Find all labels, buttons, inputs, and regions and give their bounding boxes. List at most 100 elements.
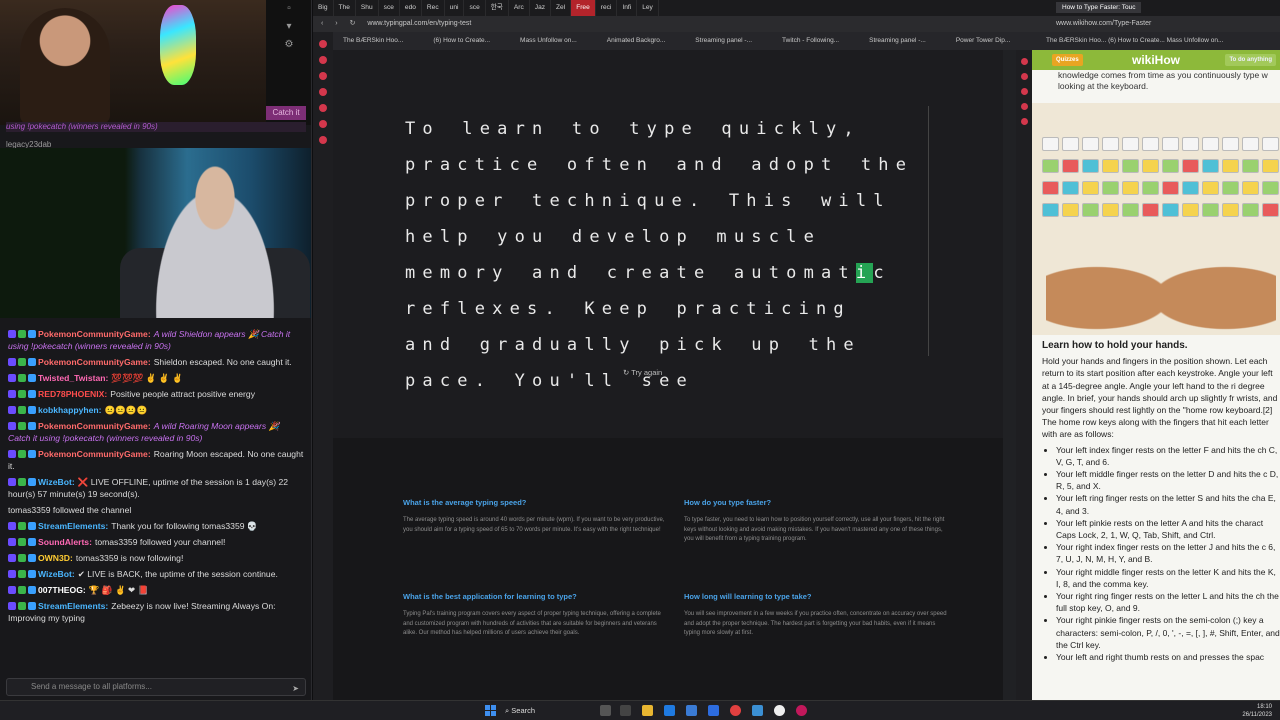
bookmark-item[interactable]: (6) How to Create...	[433, 37, 490, 44]
badge-icon	[28, 586, 36, 594]
folder-icon[interactable]	[642, 705, 653, 716]
browser-tab[interactable]: Shu	[356, 0, 379, 16]
bookmark-item[interactable]: Power Tower Dip...	[956, 37, 1010, 44]
bookmark-item[interactable]: Twitch - Following...	[782, 37, 839, 44]
taskbar-search[interactable]: ⌕ Search	[505, 704, 585, 718]
badge-icon	[8, 330, 16, 338]
sidebar-dot-icon[interactable]	[319, 120, 327, 128]
back-icon[interactable]: ‹	[321, 20, 323, 27]
sidebar-dot-icon[interactable]	[319, 104, 327, 112]
browser-tab[interactable]: Big	[313, 0, 334, 16]
chat-username[interactable]: Twisted_Twistan:	[38, 373, 108, 383]
browser-tab[interactable]: uni	[445, 0, 465, 16]
hands-illustration	[1046, 221, 1276, 331]
address-bar[interactable]: ‹ › ↻ www.typingpal.com/en/typing-test	[313, 16, 1016, 32]
wikihow-sidebar	[1016, 50, 1032, 700]
bookmark-item[interactable]: Streaming panel -...	[869, 37, 926, 44]
browser-tab[interactable]: Arc	[509, 0, 530, 16]
filter-icon[interactable]: ▾	[266, 18, 311, 36]
send-icon[interactable]: ➤	[292, 681, 299, 697]
browser-tab[interactable]: Rec	[422, 0, 445, 16]
typing-text: To learn to type quickly, practice often…	[405, 106, 917, 399]
browser-tab[interactable]: sce	[464, 0, 486, 16]
opera-icon[interactable]	[730, 705, 741, 716]
sidebar-dot-icon[interactable]	[1020, 73, 1028, 80]
badge-icon	[8, 570, 16, 578]
window-icon[interactable]: ▫	[266, 0, 311, 18]
chat-username[interactable]: kobkhappyhen:	[38, 405, 102, 415]
browser-tab[interactable]: Zel	[551, 0, 572, 16]
try-again-button[interactable]: ↻ Try again	[623, 368, 662, 377]
bookmark-item[interactable]: The BÆRSkin Hoo...	[343, 37, 403, 44]
keyboard-key	[1122, 137, 1139, 151]
sidebar-dot-icon[interactable]	[1020, 58, 1028, 65]
chat-username[interactable]: StreamElements:	[38, 601, 108, 611]
wikihow-address-bar[interactable]: www.wikihow.com/Type-Faster	[1016, 16, 1280, 32]
bookmark-item[interactable]: Mass Unfollow on...	[520, 37, 577, 44]
app-icon[interactable]	[600, 705, 611, 716]
browser-tab[interactable]: Free	[571, 0, 596, 16]
chat-username[interactable]: RED78PHOENIX:	[38, 389, 107, 399]
taskbar-clock[interactable]: 18:10 26/11/2023	[1242, 703, 1272, 719]
forward-icon[interactable]: ›	[335, 20, 337, 27]
chat-username[interactable]: StreamElements:	[38, 521, 108, 531]
finger-list-item: Your left ring finger rests on the lette…	[1056, 492, 1280, 516]
sidebar-dot-icon[interactable]	[1020, 118, 1028, 125]
chat-username[interactable]: PokemonCommunityGame:	[38, 357, 151, 367]
wikihow-logo[interactable]: wikiHow	[1132, 53, 1180, 67]
refresh-icon: ↻	[623, 368, 632, 377]
keyboard-key	[1162, 159, 1179, 173]
browser-tab[interactable]: Infi	[617, 0, 638, 16]
sidebar-dot-icon[interactable]	[1020, 103, 1028, 110]
bookmark-item[interactable]: Streaming panel -...	[695, 37, 752, 44]
typing-box[interactable]: To learn to type quickly, practice often…	[405, 106, 929, 391]
chrome-icon[interactable]	[774, 705, 785, 716]
browser-tab[interactable]: reci	[596, 0, 618, 16]
keyboard-key	[1102, 137, 1119, 151]
chat-username[interactable]: PokemonCommunityGame:	[38, 449, 151, 459]
app-icon[interactable]	[752, 705, 763, 716]
sidebar-dot-icon[interactable]	[319, 72, 327, 80]
chat-username[interactable]: 007THEOG:	[38, 585, 86, 595]
chat-message: PokemonCommunityGame: Shieldon escaped. N…	[0, 354, 311, 370]
settings-icon[interactable]: ⚙	[266, 36, 311, 54]
chat-username[interactable]: PokemonCommunityGame:	[38, 329, 151, 339]
sidebar-dot-icon[interactable]	[1020, 88, 1028, 95]
chat-username[interactable]: SoundAlerts:	[38, 537, 92, 547]
keyboard-key	[1102, 203, 1119, 217]
browser-tab[interactable]: Jaz	[530, 0, 552, 16]
browser-tab[interactable]: edo	[400, 0, 422, 16]
browser-tab[interactable]: The	[334, 0, 356, 16]
sidebar-dot-icon[interactable]	[319, 56, 327, 64]
sidebar-dot-icon[interactable]	[319, 40, 327, 48]
keyboard-key	[1082, 203, 1099, 217]
reload-icon[interactable]: ↻	[350, 20, 356, 27]
chat-username[interactable]: PokemonCommunityGame:	[38, 421, 151, 431]
keyboard-key	[1262, 137, 1279, 151]
app-icon[interactable]	[686, 705, 697, 716]
app-icon[interactable]	[620, 705, 631, 716]
mail-icon[interactable]	[708, 705, 719, 716]
chat-username[interactable]: WizeBot:	[38, 569, 75, 579]
quizzes-button[interactable]: Quizzes	[1052, 54, 1083, 66]
chat-list: PokemonCommunityGame: A wild Shieldon app…	[0, 326, 311, 678]
windows-start-icon[interactable]	[485, 705, 496, 716]
chat-username[interactable]: WizeBot:	[38, 477, 75, 487]
chat-username[interactable]: OWN3D:	[38, 553, 73, 563]
keyboard-key	[1042, 181, 1059, 195]
bookmark-item[interactable]: Animated Backgro...	[607, 37, 666, 44]
keyboard-key	[1222, 159, 1239, 173]
browser-tab[interactable]: 한국	[486, 0, 509, 16]
edge-icon[interactable]	[664, 705, 675, 716]
sidebar-dot-icon[interactable]	[319, 88, 327, 96]
keyboard-row	[1042, 203, 1279, 217]
tab-wikihow[interactable]: How to Type Faster: Touc	[1056, 2, 1142, 13]
browser-tab[interactable]: sce	[379, 0, 400, 16]
chat-input[interactable]: Send a message to all platforms... ➤	[6, 678, 306, 696]
wikihow-search[interactable]: To do anything	[1225, 54, 1276, 66]
chat-message: SoundAlerts: tomas3359 followed your chan…	[0, 534, 311, 550]
tab-strip: Big The Shu sce edo Rec uni sce 한국 Arc Jaz Zel Free r…	[313, 0, 1016, 16]
browser-tab[interactable]: Ley	[637, 0, 659, 16]
app-icon[interactable]	[796, 705, 807, 716]
sidebar-dot-icon[interactable]	[319, 136, 327, 144]
